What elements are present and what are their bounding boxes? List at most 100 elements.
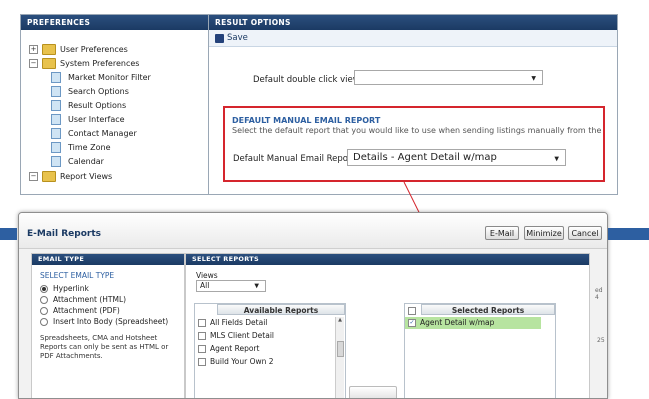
views-select[interactable]: All ▼ xyxy=(196,280,266,292)
tree-item-time-zone[interactable]: Time Zone xyxy=(51,141,111,154)
preferences-panel: PREFERENCES + User Preferences − System Pr… xyxy=(21,15,209,194)
manual-email-value: Details - Agent Detail w/map xyxy=(353,152,497,163)
item-label: Build Your Own 2 xyxy=(210,357,274,366)
floppy-disk-icon xyxy=(215,33,224,43)
folder-icon xyxy=(42,58,56,69)
page-icon xyxy=(51,72,61,83)
checkbox-checked-icon[interactable]: ✓ xyxy=(408,319,416,327)
radio-icon[interactable] xyxy=(40,285,48,293)
tree-item-contact-manager[interactable]: Contact Manager xyxy=(51,127,137,140)
select-reports-panel: SELECT REPORTS Views All ▼ Available Rep… xyxy=(185,253,590,398)
scrollbar[interactable]: ▲ xyxy=(335,317,344,398)
radio-label: Insert Into Body (Spreadsheet) xyxy=(53,317,169,326)
tree-item-label: System Preferences xyxy=(60,59,140,68)
checkbox-icon[interactable] xyxy=(408,306,416,315)
page-icon xyxy=(51,100,61,111)
item-label: Agent Detail w/map xyxy=(420,318,495,327)
radio-insert-into-body[interactable]: Insert Into Body (Spreadsheet) xyxy=(40,317,168,326)
email-reports-dialog: E-Mail Reports E-Mail Minimize Cancel EM… xyxy=(18,212,608,399)
available-report-item[interactable]: MLS Client Detail xyxy=(195,330,274,342)
expand-icon[interactable]: + xyxy=(29,45,38,54)
selected-report-item[interactable]: ✓ Agent Detail w/map xyxy=(405,317,541,329)
available-reports-header: Available Reports xyxy=(217,304,345,315)
result-options-toolbar: Save xyxy=(209,30,617,47)
manual-email-title: DEFAULT MANUAL EMAIL REPORT xyxy=(232,116,381,125)
tree-item-label: User Preferences xyxy=(60,45,128,54)
radio-hyperlink[interactable]: Hyperlink xyxy=(40,284,89,293)
save-label: Save xyxy=(227,33,248,43)
email-button[interactable]: E-Mail xyxy=(485,226,519,240)
tree-item-label: Calendar xyxy=(68,157,104,166)
page-icon xyxy=(51,142,61,153)
tree-item-report-views[interactable]: − Report Views xyxy=(29,170,112,183)
edge-fragment: 25 xyxy=(597,337,605,344)
radio-icon[interactable] xyxy=(40,296,48,304)
tree-item-label: Contact Manager xyxy=(68,129,137,138)
available-report-item[interactable]: All Fields Detail xyxy=(195,317,267,329)
item-label: All Fields Detail xyxy=(210,318,268,327)
tree-item-label: Search Options xyxy=(68,87,129,96)
double-click-label: Default double click view xyxy=(253,75,360,85)
folder-icon xyxy=(42,44,56,55)
tree-item-search-options[interactable]: Search Options xyxy=(51,85,129,98)
select-all-checkbox[interactable] xyxy=(408,306,420,315)
collapse-icon[interactable]: − xyxy=(29,172,38,181)
scroll-thumb[interactable] xyxy=(337,341,344,357)
radio-icon[interactable] xyxy=(40,318,48,326)
dropdown-arrow-icon: ▼ xyxy=(254,282,259,290)
tree-item-user-interface[interactable]: User Interface xyxy=(51,113,125,126)
save-button[interactable]: Save xyxy=(209,33,248,43)
tree-item-label: Market Monitor Filter xyxy=(68,73,151,82)
tree-item-label: User Interface xyxy=(68,115,125,124)
radio-attachment-pdf[interactable]: Attachment (PDF) xyxy=(40,306,120,315)
radio-label: Hyperlink xyxy=(53,284,89,293)
radio-icon[interactable] xyxy=(40,307,48,315)
select-email-type-label: SELECT EMAIL TYPE xyxy=(40,271,115,280)
available-report-item[interactable]: Build Your Own 2 xyxy=(195,356,274,368)
background-page-strip xyxy=(0,228,17,240)
double-click-select[interactable]: ▼ xyxy=(354,70,543,85)
page-icon xyxy=(51,86,61,97)
tree-item-system-preferences[interactable]: − System Preferences xyxy=(29,57,139,70)
folder-icon xyxy=(42,171,56,182)
manual-email-description: Select the default report that you would… xyxy=(232,126,604,135)
page-icon xyxy=(51,156,61,167)
move-button[interactable] xyxy=(349,386,397,398)
radio-label: Attachment (PDF) xyxy=(53,306,120,315)
tree-item-label: Time Zone xyxy=(68,143,111,152)
checkbox-icon[interactable] xyxy=(198,358,206,366)
checkbox-icon[interactable] xyxy=(198,332,206,340)
checkbox-icon[interactable] xyxy=(198,319,206,327)
tree-item-label: Report Views xyxy=(60,172,113,181)
manual-email-label: Default Manual Email Report xyxy=(233,154,355,164)
dropdown-arrow-icon: ▼ xyxy=(554,154,559,162)
cancel-button[interactable]: Cancel xyxy=(568,226,602,240)
minimize-button[interactable]: Minimize xyxy=(524,226,564,240)
dialog-title: E-Mail Reports xyxy=(27,229,101,239)
available-report-item[interactable]: Agent Report xyxy=(195,343,259,355)
background-page-strip xyxy=(608,228,649,240)
tree-item-market-monitor-filter[interactable]: Market Monitor Filter xyxy=(51,71,151,84)
tree-item-calendar[interactable]: Calendar xyxy=(51,155,104,168)
tree-item-result-options[interactable]: Result Options xyxy=(51,99,126,112)
selected-reports-header: Selected Reports xyxy=(421,304,555,315)
page-icon xyxy=(51,128,61,139)
available-reports-list: Available Reports All Fields Detail MLS … xyxy=(194,303,346,398)
email-type-panel: EMAIL TYPE SELECT EMAIL TYPE Hyperlink A… xyxy=(31,253,185,398)
manual-email-select[interactable]: Details - Agent Detail w/map ▼ xyxy=(347,149,566,166)
page-icon xyxy=(51,114,61,125)
preferences-header: PREFERENCES xyxy=(21,15,208,30)
tree-item-label: Result Options xyxy=(68,101,127,110)
radio-attachment-html[interactable]: Attachment (HTML) xyxy=(40,295,126,304)
views-value: All xyxy=(200,281,210,290)
scroll-up-icon[interactable]: ▲ xyxy=(336,317,344,323)
collapse-icon[interactable]: − xyxy=(29,59,38,68)
checkbox-icon[interactable] xyxy=(198,345,206,353)
result-options-header: RESULT OPTIONS xyxy=(209,15,617,30)
item-label: Agent Report xyxy=(210,344,260,353)
email-type-header: EMAIL TYPE xyxy=(32,254,184,265)
email-type-note: Spreadsheets, CMA and Hotsheet Reports c… xyxy=(40,334,169,360)
tree-item-user-preferences[interactable]: + User Preferences xyxy=(29,43,128,56)
edge-fragment: ed 4 xyxy=(595,287,603,301)
selected-reports-list: Selected Reports ✓ Agent Detail w/map xyxy=(404,303,556,398)
